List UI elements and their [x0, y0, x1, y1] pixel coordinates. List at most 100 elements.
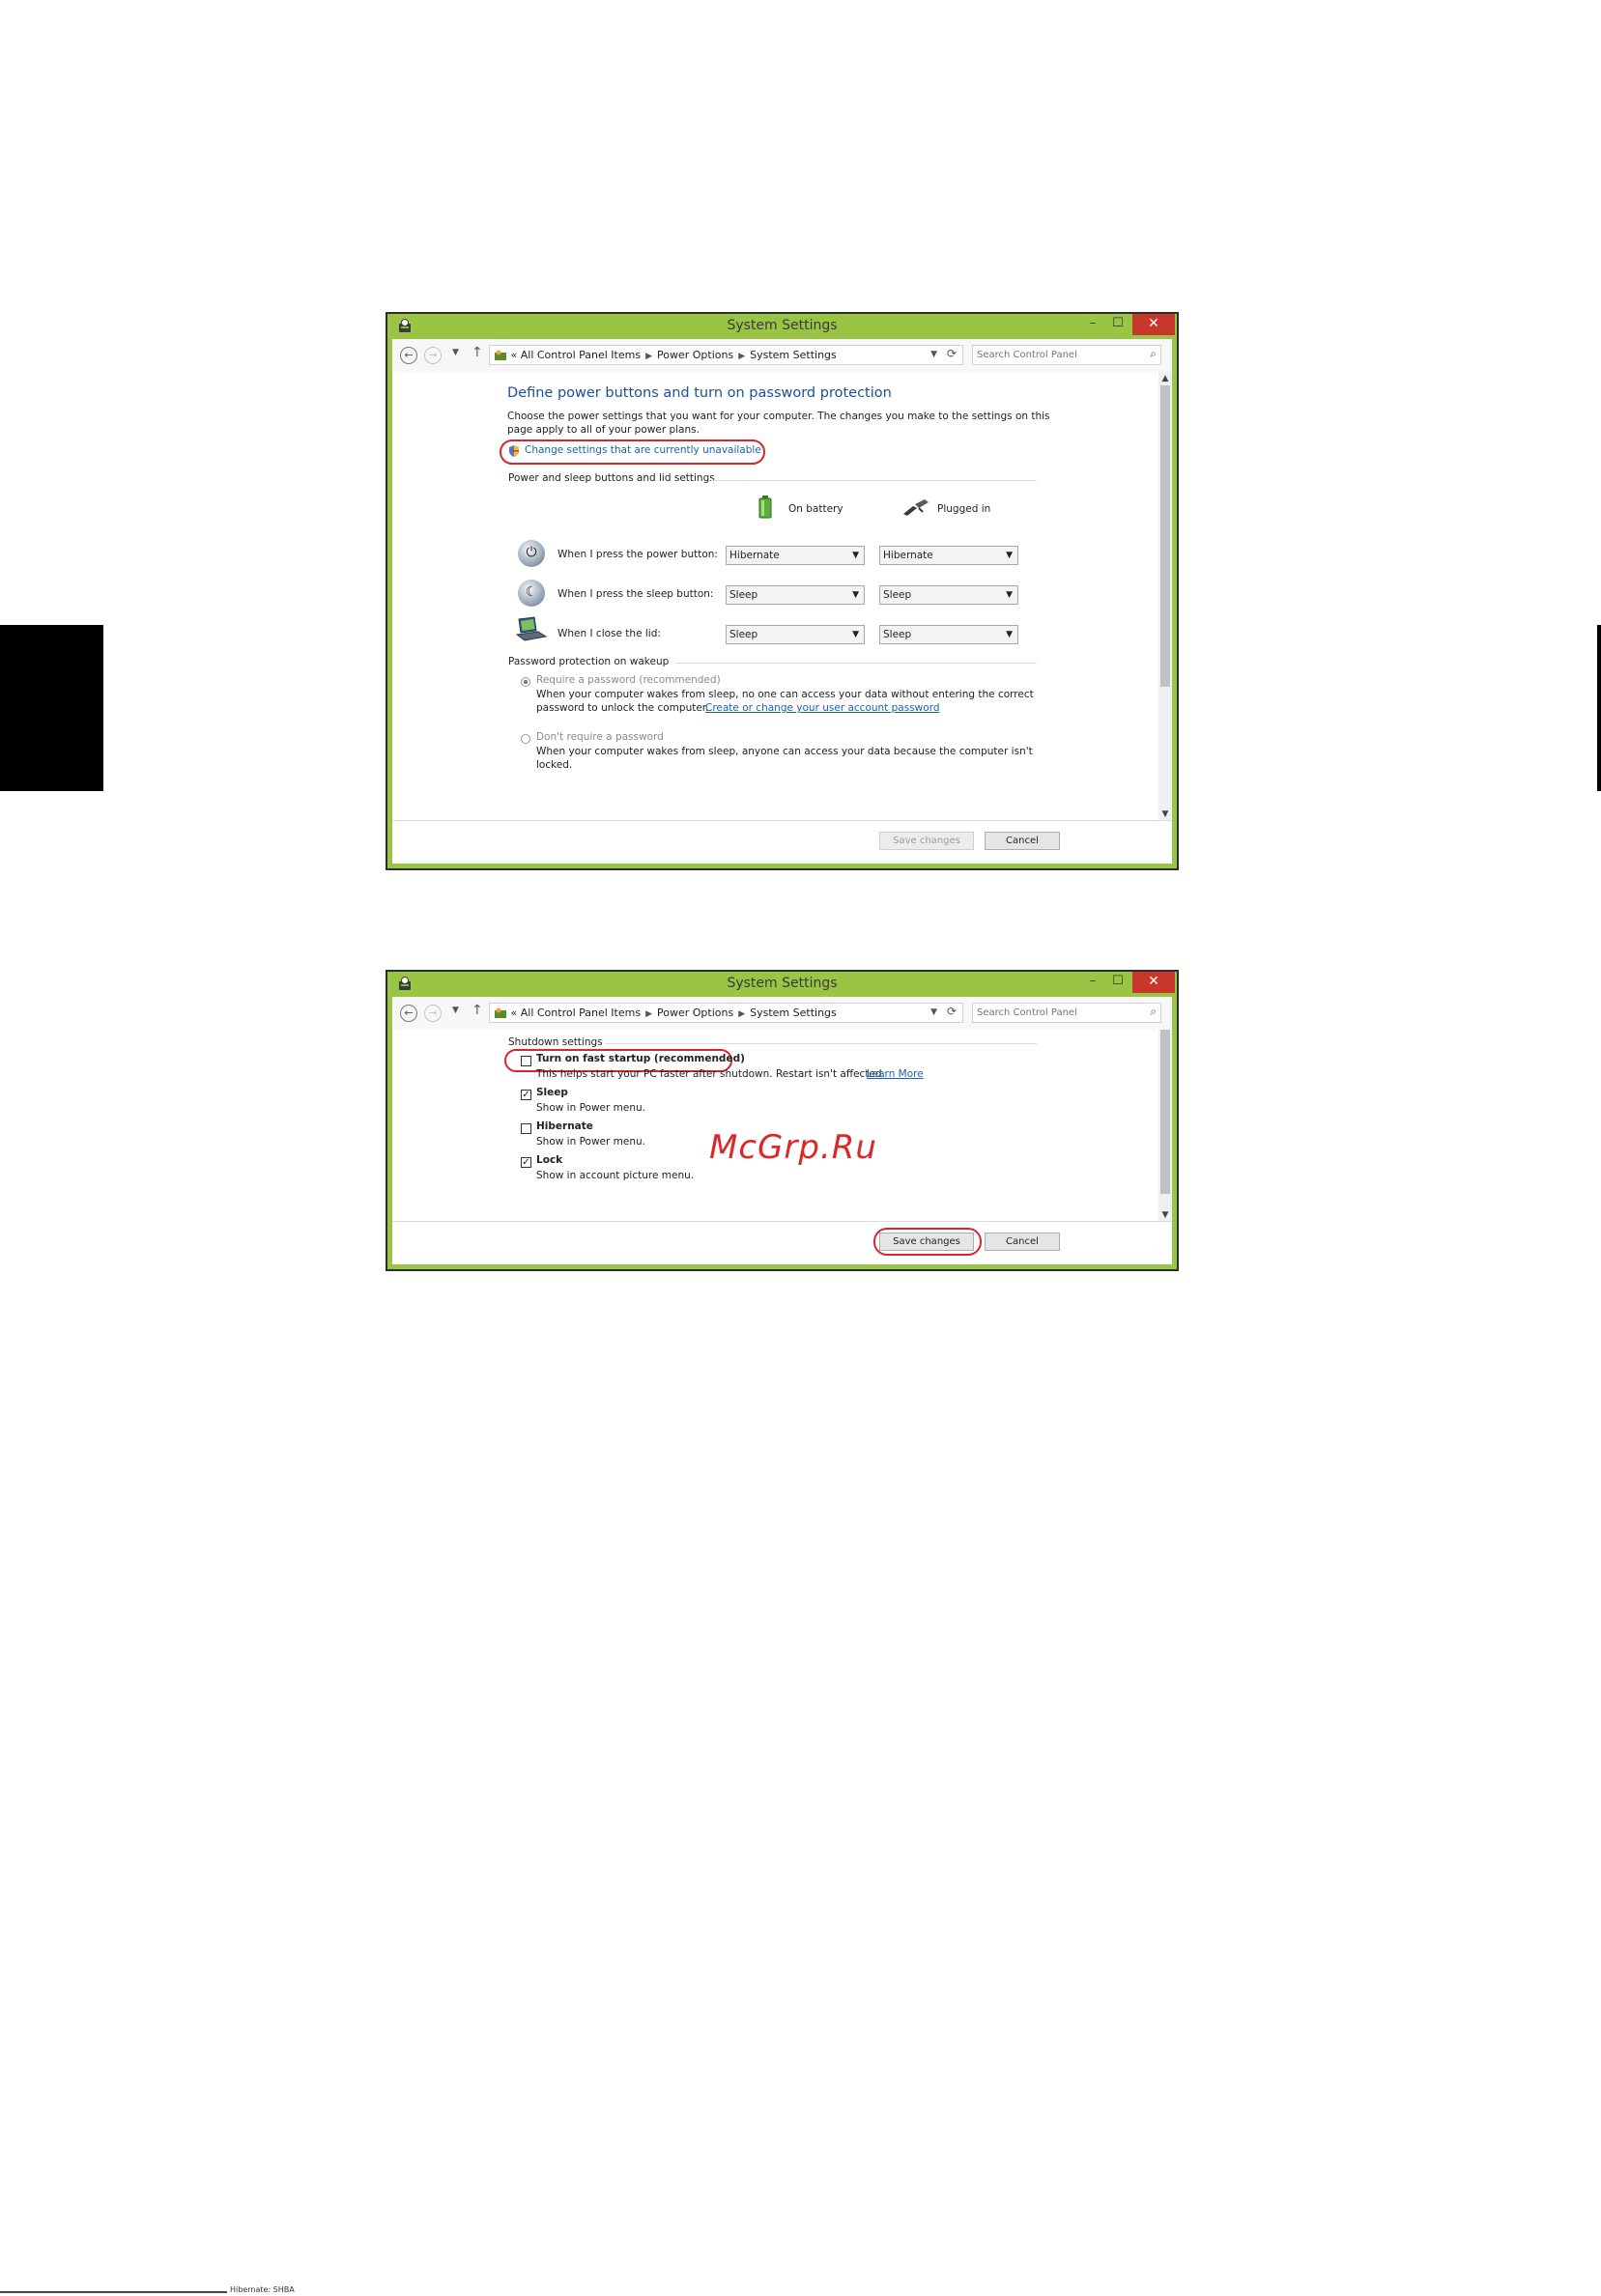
power-plug-icon — [903, 499, 929, 516]
search-icon[interactable]: ⌕ — [1150, 347, 1157, 361]
page-side-tab — [0, 625, 103, 791]
dialog-footer: Save changes Cancel — [392, 820, 1172, 864]
footer-text: Hibernate: SHBA — [230, 2285, 295, 2294]
forward-button[interactable]: → — [424, 1005, 442, 1022]
fast-startup-description: This helps start your PC faster after sh… — [536, 1068, 885, 1080]
section-heading-shutdown: Shutdown settings — [508, 1036, 603, 1048]
page-description-line-2: page apply to all of your power plans. — [507, 424, 700, 436]
back-button[interactable]: ← — [400, 347, 417, 364]
save-changes-button[interactable]: Save changes — [879, 1233, 974, 1251]
row-label-power-button: When I press the power button: — [557, 549, 718, 560]
save-changes-button[interactable]: Save changes — [879, 832, 974, 850]
search-input[interactable] — [977, 1005, 1131, 1021]
battery-icon — [758, 496, 772, 519]
title-bar: System Settings – ☐ ✕ — [387, 314, 1177, 337]
sleep-button-plugged-select[interactable]: Sleep ▼ — [879, 585, 1018, 605]
hibernate-checkbox[interactable] — [521, 1123, 531, 1134]
cancel-button[interactable]: Cancel — [985, 832, 1060, 850]
scrollbar-thumb[interactable] — [1160, 1030, 1170, 1194]
vertical-scrollbar[interactable]: ▲ ▼ — [1158, 372, 1172, 821]
breadcrumb-item-system-settings[interactable]: System Settings — [750, 349, 837, 361]
lock-checkbox[interactable]: ✓ — [521, 1157, 531, 1168]
change-unavailable-settings-link[interactable]: Change settings that are currently unava… — [525, 444, 761, 458]
hibernate-option-label: Hibernate — [536, 1120, 593, 1132]
search-icon[interactable]: ⌕ — [1150, 1005, 1157, 1019]
breadcrumb-separator-icon: ▶ — [738, 352, 746, 361]
require-password-description-2: password to unlock the computer. — [536, 702, 709, 714]
search-box[interactable]: ⌕ — [972, 1003, 1161, 1023]
settings-content: ▲ ▼ Define power buttons and turn on pas… — [392, 372, 1172, 864]
require-password-label: Require a password (recommended) — [536, 674, 721, 686]
system-settings-window-power-buttons: System Settings – ☐ ✕ ← → ▼ ↑ « All Cont… — [386, 312, 1179, 870]
address-dropdown-icon[interactable]: ▼ — [930, 1004, 937, 1022]
recent-locations-dropdown[interactable]: ▼ — [452, 348, 459, 357]
scroll-down-icon[interactable]: ▼ — [1158, 808, 1172, 821]
require-password-radio[interactable] — [521, 677, 530, 687]
close-lid-plugged-select[interactable]: Sleep ▼ — [879, 625, 1018, 644]
fast-startup-checkbox[interactable] — [521, 1056, 531, 1066]
breadcrumb-separator-icon: ▶ — [645, 352, 652, 361]
minimize-button[interactable]: – — [1080, 972, 1105, 993]
power-button-plugged-select[interactable]: Hibernate ▼ — [879, 546, 1018, 565]
page-description-line-1: Choose the power settings that you want … — [507, 411, 1050, 422]
chevron-down-icon: ▼ — [1006, 551, 1013, 560]
control-panel-icon — [495, 350, 506, 360]
chevron-down-icon: ▼ — [852, 590, 859, 600]
refresh-icon[interactable]: ⟳ — [947, 1003, 957, 1021]
power-button-battery-select[interactable]: Hibernate ▼ — [726, 546, 865, 565]
breadcrumb-item-power-options[interactable]: Power Options — [657, 349, 733, 361]
refresh-icon[interactable]: ⟳ — [947, 345, 957, 363]
sleep-checkbox[interactable]: ✓ — [521, 1090, 531, 1100]
search-input[interactable] — [977, 347, 1131, 363]
up-button[interactable]: ↑ — [472, 345, 483, 360]
chevron-down-icon: ▼ — [852, 551, 859, 560]
require-password-description-1: When your computer wakes from sleep, no … — [536, 689, 1034, 700]
change-password-link[interactable]: Create or change your user account passw… — [705, 702, 940, 716]
hibernate-option-description: Show in Power menu. — [536, 1136, 645, 1148]
breadcrumb-item-power-options[interactable]: Power Options — [657, 1006, 733, 1019]
up-button[interactable]: ↑ — [472, 1003, 483, 1018]
section-divider — [605, 1043, 1037, 1044]
back-button[interactable]: ← — [400, 1005, 417, 1022]
select-value: Hibernate — [729, 550, 780, 561]
learn-more-link[interactable]: Learn More — [867, 1068, 924, 1082]
maximize-button[interactable]: ☐ — [1105, 972, 1130, 993]
no-password-label: Don't require a password — [536, 731, 664, 743]
footer-rule — [0, 2291, 227, 2293]
close-lid-battery-select[interactable]: Sleep ▼ — [726, 625, 865, 644]
vertical-scrollbar[interactable]: ▼ — [1158, 1030, 1172, 1222]
page-side-tab-right — [1597, 625, 1601, 791]
close-button[interactable]: ✕ — [1132, 972, 1175, 993]
fast-startup-label: Turn on fast startup (recommended) — [536, 1053, 745, 1064]
lock-option-label: Lock — [536, 1154, 563, 1166]
forward-button[interactable]: → — [424, 347, 442, 364]
address-dropdown-icon[interactable]: ▼ — [930, 346, 937, 364]
watermark: McGrp.Ru — [709, 1128, 877, 1167]
uac-shield-icon — [509, 445, 519, 457]
breadcrumb-prefix: « — [510, 349, 518, 361]
scroll-down-icon[interactable]: ▼ — [1158, 1208, 1172, 1222]
row-label-sleep-button: When I press the sleep button: — [557, 588, 714, 600]
sleep-button-battery-select[interactable]: Sleep ▼ — [726, 585, 865, 605]
maximize-button[interactable]: ☐ — [1105, 314, 1130, 335]
select-value: Sleep — [883, 629, 912, 640]
scrollbar-thumb[interactable] — [1160, 385, 1170, 687]
power-button-icon: ⏻ — [518, 540, 545, 567]
select-value: Sleep — [729, 629, 758, 640]
search-box[interactable]: ⌕ — [972, 345, 1161, 365]
minimize-button[interactable]: – — [1080, 314, 1105, 335]
breadcrumb[interactable]: « All Control Panel Items ▶ Power Options ▶… — [489, 1003, 963, 1023]
breadcrumb[interactable]: « All Control Panel Items ▶ Power Options ▶… — [489, 345, 963, 365]
breadcrumb-item-all-control-panel[interactable]: All Control Panel Items — [521, 1006, 641, 1019]
sleep-option-label: Sleep — [536, 1087, 568, 1098]
breadcrumb-separator-icon: ▶ — [645, 1009, 652, 1019]
close-button[interactable]: ✕ — [1132, 314, 1175, 335]
breadcrumb-item-system-settings[interactable]: System Settings — [750, 1006, 837, 1019]
cancel-button[interactable]: Cancel — [985, 1233, 1060, 1251]
breadcrumb-item-all-control-panel[interactable]: All Control Panel Items — [521, 349, 641, 361]
window-title: System Settings — [727, 976, 838, 991]
recent-locations-dropdown[interactable]: ▼ — [452, 1006, 459, 1015]
window-title: System Settings — [727, 318, 838, 333]
scroll-up-icon[interactable]: ▲ — [1158, 372, 1172, 385]
no-password-radio[interactable] — [521, 734, 530, 744]
